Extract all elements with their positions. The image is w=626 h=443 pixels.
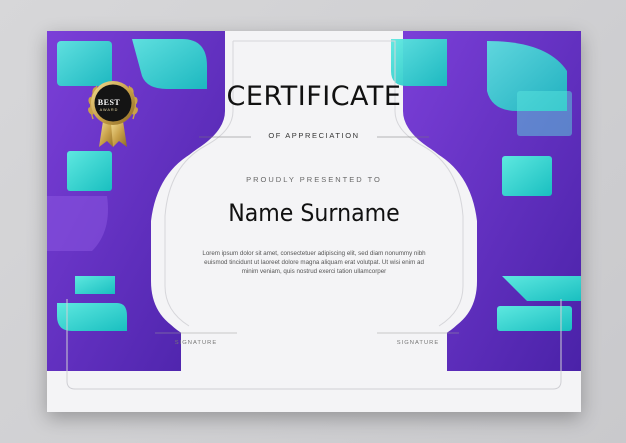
signature-label-right: SIGNATURE	[396, 340, 440, 346]
teal-block	[67, 151, 112, 191]
teal-block	[391, 39, 447, 86]
certificate-subtitle: OF APPRECIATION	[268, 131, 360, 140]
certificate-title: CERTIFICATE	[226, 81, 402, 112]
body-line: euismod tincidunt ut laoreet dolore magn…	[204, 259, 424, 266]
body-line: Lorem ipsum dolor sit amet, consectetuer…	[202, 250, 426, 257]
presented-to-label: PROUDLY PRESENTED TO	[246, 175, 382, 184]
body-text: Lorem ipsum dolor sit amet, consectetuer…	[186, 249, 442, 276]
signature-label-left: SIGNATURE	[174, 340, 218, 346]
certificate-card: BEST AWARD CERTIFICATE OF APPRECIATION P…	[47, 31, 581, 412]
teal-block	[75, 276, 115, 294]
body-line: minim veniam, quis nostrud exerci tation…	[241, 268, 387, 275]
teal-block	[57, 41, 112, 86]
recipient-name: Name Surname	[228, 199, 400, 227]
